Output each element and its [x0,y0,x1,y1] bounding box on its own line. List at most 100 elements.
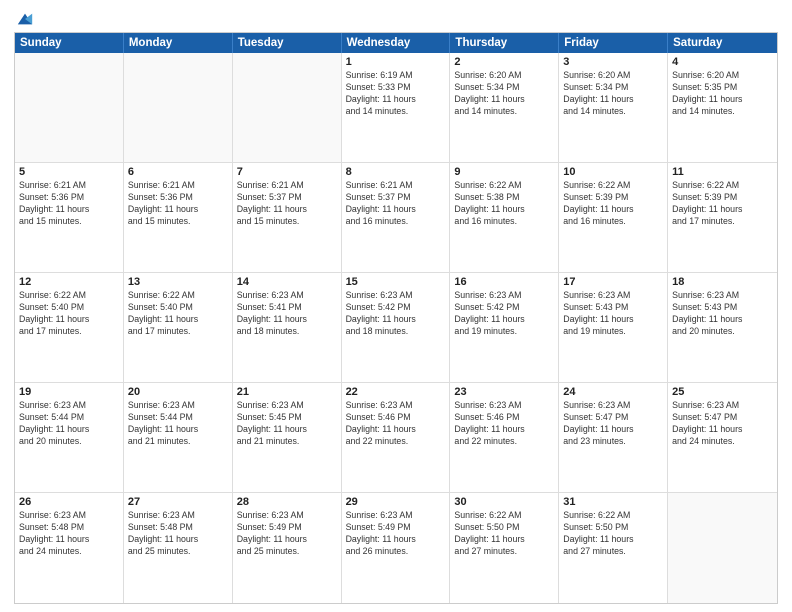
cell-day-number: 5 [19,166,119,178]
calendar-cell: 12 Sunrise: 6:22 AM Sunset: 5:40 PM Dayli… [15,273,124,382]
cell-day-number: 10 [563,166,663,178]
cell-day-number: 8 [346,166,446,178]
cell-day-number: 28 [237,496,337,508]
cell-info: Sunrise: 6:21 AM Sunset: 5:36 PM Dayligh… [128,180,228,228]
calendar-cell: 23 Sunrise: 6:23 AM Sunset: 5:46 PM Dayli… [450,383,559,492]
weekday-header: Tuesday [233,33,342,53]
cell-day-number: 1 [346,56,446,68]
cell-info: Sunrise: 6:20 AM Sunset: 5:35 PM Dayligh… [672,70,773,118]
calendar-cell: 22 Sunrise: 6:23 AM Sunset: 5:46 PM Dayli… [342,383,451,492]
cell-info: Sunrise: 6:21 AM Sunset: 5:37 PM Dayligh… [237,180,337,228]
calendar-cell: 31 Sunrise: 6:22 AM Sunset: 5:50 PM Dayli… [559,493,668,603]
weekday-header: Monday [124,33,233,53]
cell-info: Sunrise: 6:23 AM Sunset: 5:45 PM Dayligh… [237,400,337,448]
cell-day-number: 23 [454,386,554,398]
calendar-row: 12 Sunrise: 6:22 AM Sunset: 5:40 PM Dayli… [15,273,777,383]
cell-day-number: 14 [237,276,337,288]
calendar-cell: 20Sunrise: 6:23 AM Sunset: 5:44 PM Dayli… [124,383,233,492]
weekday-header: Sunday [15,33,124,53]
calendar-cell: 5 Sunrise: 6:21 AM Sunset: 5:36 PM Daylig… [15,163,124,272]
calendar-cell: 24 Sunrise: 6:23 AM Sunset: 5:47 PM Dayli… [559,383,668,492]
cell-info: Sunrise: 6:23 AM Sunset: 5:48 PM Dayligh… [128,510,228,558]
cell-info: Sunrise: 6:23 AM Sunset: 5:46 PM Dayligh… [454,400,554,448]
calendar-cell: 11Sunrise: 6:22 AM Sunset: 5:39 PM Dayli… [668,163,777,272]
calendar-row: 5 Sunrise: 6:21 AM Sunset: 5:36 PM Daylig… [15,163,777,273]
cell-info: Sunrise: 6:23 AM Sunset: 5:49 PM Dayligh… [237,510,337,558]
cell-info: Sunrise: 6:23 AM Sunset: 5:47 PM Dayligh… [672,400,773,448]
cell-info: Sunrise: 6:23 AM Sunset: 5:48 PM Dayligh… [19,510,119,558]
cell-day-number: 30 [454,496,554,508]
cell-day-number: 4 [672,56,773,68]
cell-info: Sunrise: 6:23 AM Sunset: 5:43 PM Dayligh… [563,290,663,338]
calendar-cell [15,53,124,162]
cell-info: Sunrise: 6:21 AM Sunset: 5:36 PM Dayligh… [19,180,119,228]
calendar-cell: 26 Sunrise: 6:23 AM Sunset: 5:48 PM Dayli… [15,493,124,603]
cell-day-number: 21 [237,386,337,398]
header [14,10,778,24]
cell-info: Sunrise: 6:20 AM Sunset: 5:34 PM Dayligh… [454,70,554,118]
cell-info: Sunrise: 6:23 AM Sunset: 5:42 PM Dayligh… [346,290,446,338]
calendar-cell: 2 Sunrise: 6:20 AM Sunset: 5:34 PM Daylig… [450,53,559,162]
cell-info: Sunrise: 6:21 AM Sunset: 5:37 PM Dayligh… [346,180,446,228]
calendar: SundayMondayTuesdayWednesdayThursdayFrid… [14,32,778,604]
cell-info: Sunrise: 6:22 AM Sunset: 5:39 PM Dayligh… [563,180,663,228]
calendar-row: 26 Sunrise: 6:23 AM Sunset: 5:48 PM Dayli… [15,493,777,603]
cell-day-number: 27 [128,496,228,508]
cell-day-number: 12 [19,276,119,288]
calendar-cell: 18 Sunrise: 6:23 AM Sunset: 5:43 PM Dayli… [668,273,777,382]
calendar-cell: 9 Sunrise: 6:22 AM Sunset: 5:38 PM Daylig… [450,163,559,272]
calendar-cell: 28 Sunrise: 6:23 AM Sunset: 5:49 PM Dayli… [233,493,342,603]
cell-day-number: 29 [346,496,446,508]
cell-day-number: 3 [563,56,663,68]
cell-day-number: 7 [237,166,337,178]
cell-day-number: 13 [128,276,228,288]
calendar-cell: 21 Sunrise: 6:23 AM Sunset: 5:45 PM Dayli… [233,383,342,492]
calendar-cell: 8 Sunrise: 6:21 AM Sunset: 5:37 PM Daylig… [342,163,451,272]
cell-info: Sunrise: 6:23 AM Sunset: 5:43 PM Dayligh… [672,290,773,338]
calendar-cell [233,53,342,162]
cell-info: Sunrise: 6:22 AM Sunset: 5:40 PM Dayligh… [19,290,119,338]
cell-info: Sunrise: 6:23 AM Sunset: 5:46 PM Dayligh… [346,400,446,448]
calendar-cell: 25 Sunrise: 6:23 AM Sunset: 5:47 PM Dayli… [668,383,777,492]
cell-info: Sunrise: 6:23 AM Sunset: 5:41 PM Dayligh… [237,290,337,338]
calendar-header: SundayMondayTuesdayWednesdayThursdayFrid… [15,33,777,53]
calendar-cell [124,53,233,162]
cell-info: Sunrise: 6:20 AM Sunset: 5:34 PM Dayligh… [563,70,663,118]
calendar-row: 1Sunrise: 6:19 AM Sunset: 5:33 PM Daylig… [15,53,777,163]
calendar-cell: 29 Sunrise: 6:23 AM Sunset: 5:49 PM Dayli… [342,493,451,603]
calendar-row: 19Sunrise: 6:23 AM Sunset: 5:44 PM Dayli… [15,383,777,493]
calendar-cell: 19Sunrise: 6:23 AM Sunset: 5:44 PM Dayli… [15,383,124,492]
weekday-header: Wednesday [342,33,451,53]
weekday-header: Friday [559,33,668,53]
cell-day-number: 9 [454,166,554,178]
logo-icon [16,10,34,28]
cell-day-number: 26 [19,496,119,508]
cell-info: Sunrise: 6:22 AM Sunset: 5:50 PM Dayligh… [454,510,554,558]
page: SundayMondayTuesdayWednesdayThursdayFrid… [0,0,792,612]
calendar-cell: 27 Sunrise: 6:23 AM Sunset: 5:48 PM Dayli… [124,493,233,603]
cell-day-number: 16 [454,276,554,288]
calendar-cell: 17Sunrise: 6:23 AM Sunset: 5:43 PM Dayli… [559,273,668,382]
cell-day-number: 31 [563,496,663,508]
cell-day-number: 18 [672,276,773,288]
cell-info: Sunrise: 6:23 AM Sunset: 5:44 PM Dayligh… [128,400,228,448]
calendar-cell [668,493,777,603]
cell-info: Sunrise: 6:22 AM Sunset: 5:50 PM Dayligh… [563,510,663,558]
cell-day-number: 11 [672,166,773,178]
calendar-cell: 10 Sunrise: 6:22 AM Sunset: 5:39 PM Dayli… [559,163,668,272]
cell-info: Sunrise: 6:23 AM Sunset: 5:44 PM Dayligh… [19,400,119,448]
calendar-cell: 14 Sunrise: 6:23 AM Sunset: 5:41 PM Dayli… [233,273,342,382]
cell-info: Sunrise: 6:22 AM Sunset: 5:40 PM Dayligh… [128,290,228,338]
calendar-cell: 7 Sunrise: 6:21 AM Sunset: 5:37 PM Daylig… [233,163,342,272]
cell-info: Sunrise: 6:23 AM Sunset: 5:49 PM Dayligh… [346,510,446,558]
cell-day-number: 25 [672,386,773,398]
cell-day-number: 2 [454,56,554,68]
calendar-cell: 15 Sunrise: 6:23 AM Sunset: 5:42 PM Dayli… [342,273,451,382]
cell-day-number: 24 [563,386,663,398]
cell-day-number: 22 [346,386,446,398]
cell-info: Sunrise: 6:22 AM Sunset: 5:38 PM Dayligh… [454,180,554,228]
calendar-cell: 1Sunrise: 6:19 AM Sunset: 5:33 PM Daylig… [342,53,451,162]
weekday-header: Saturday [668,33,777,53]
cell-day-number: 15 [346,276,446,288]
cell-info: Sunrise: 6:23 AM Sunset: 5:47 PM Dayligh… [563,400,663,448]
